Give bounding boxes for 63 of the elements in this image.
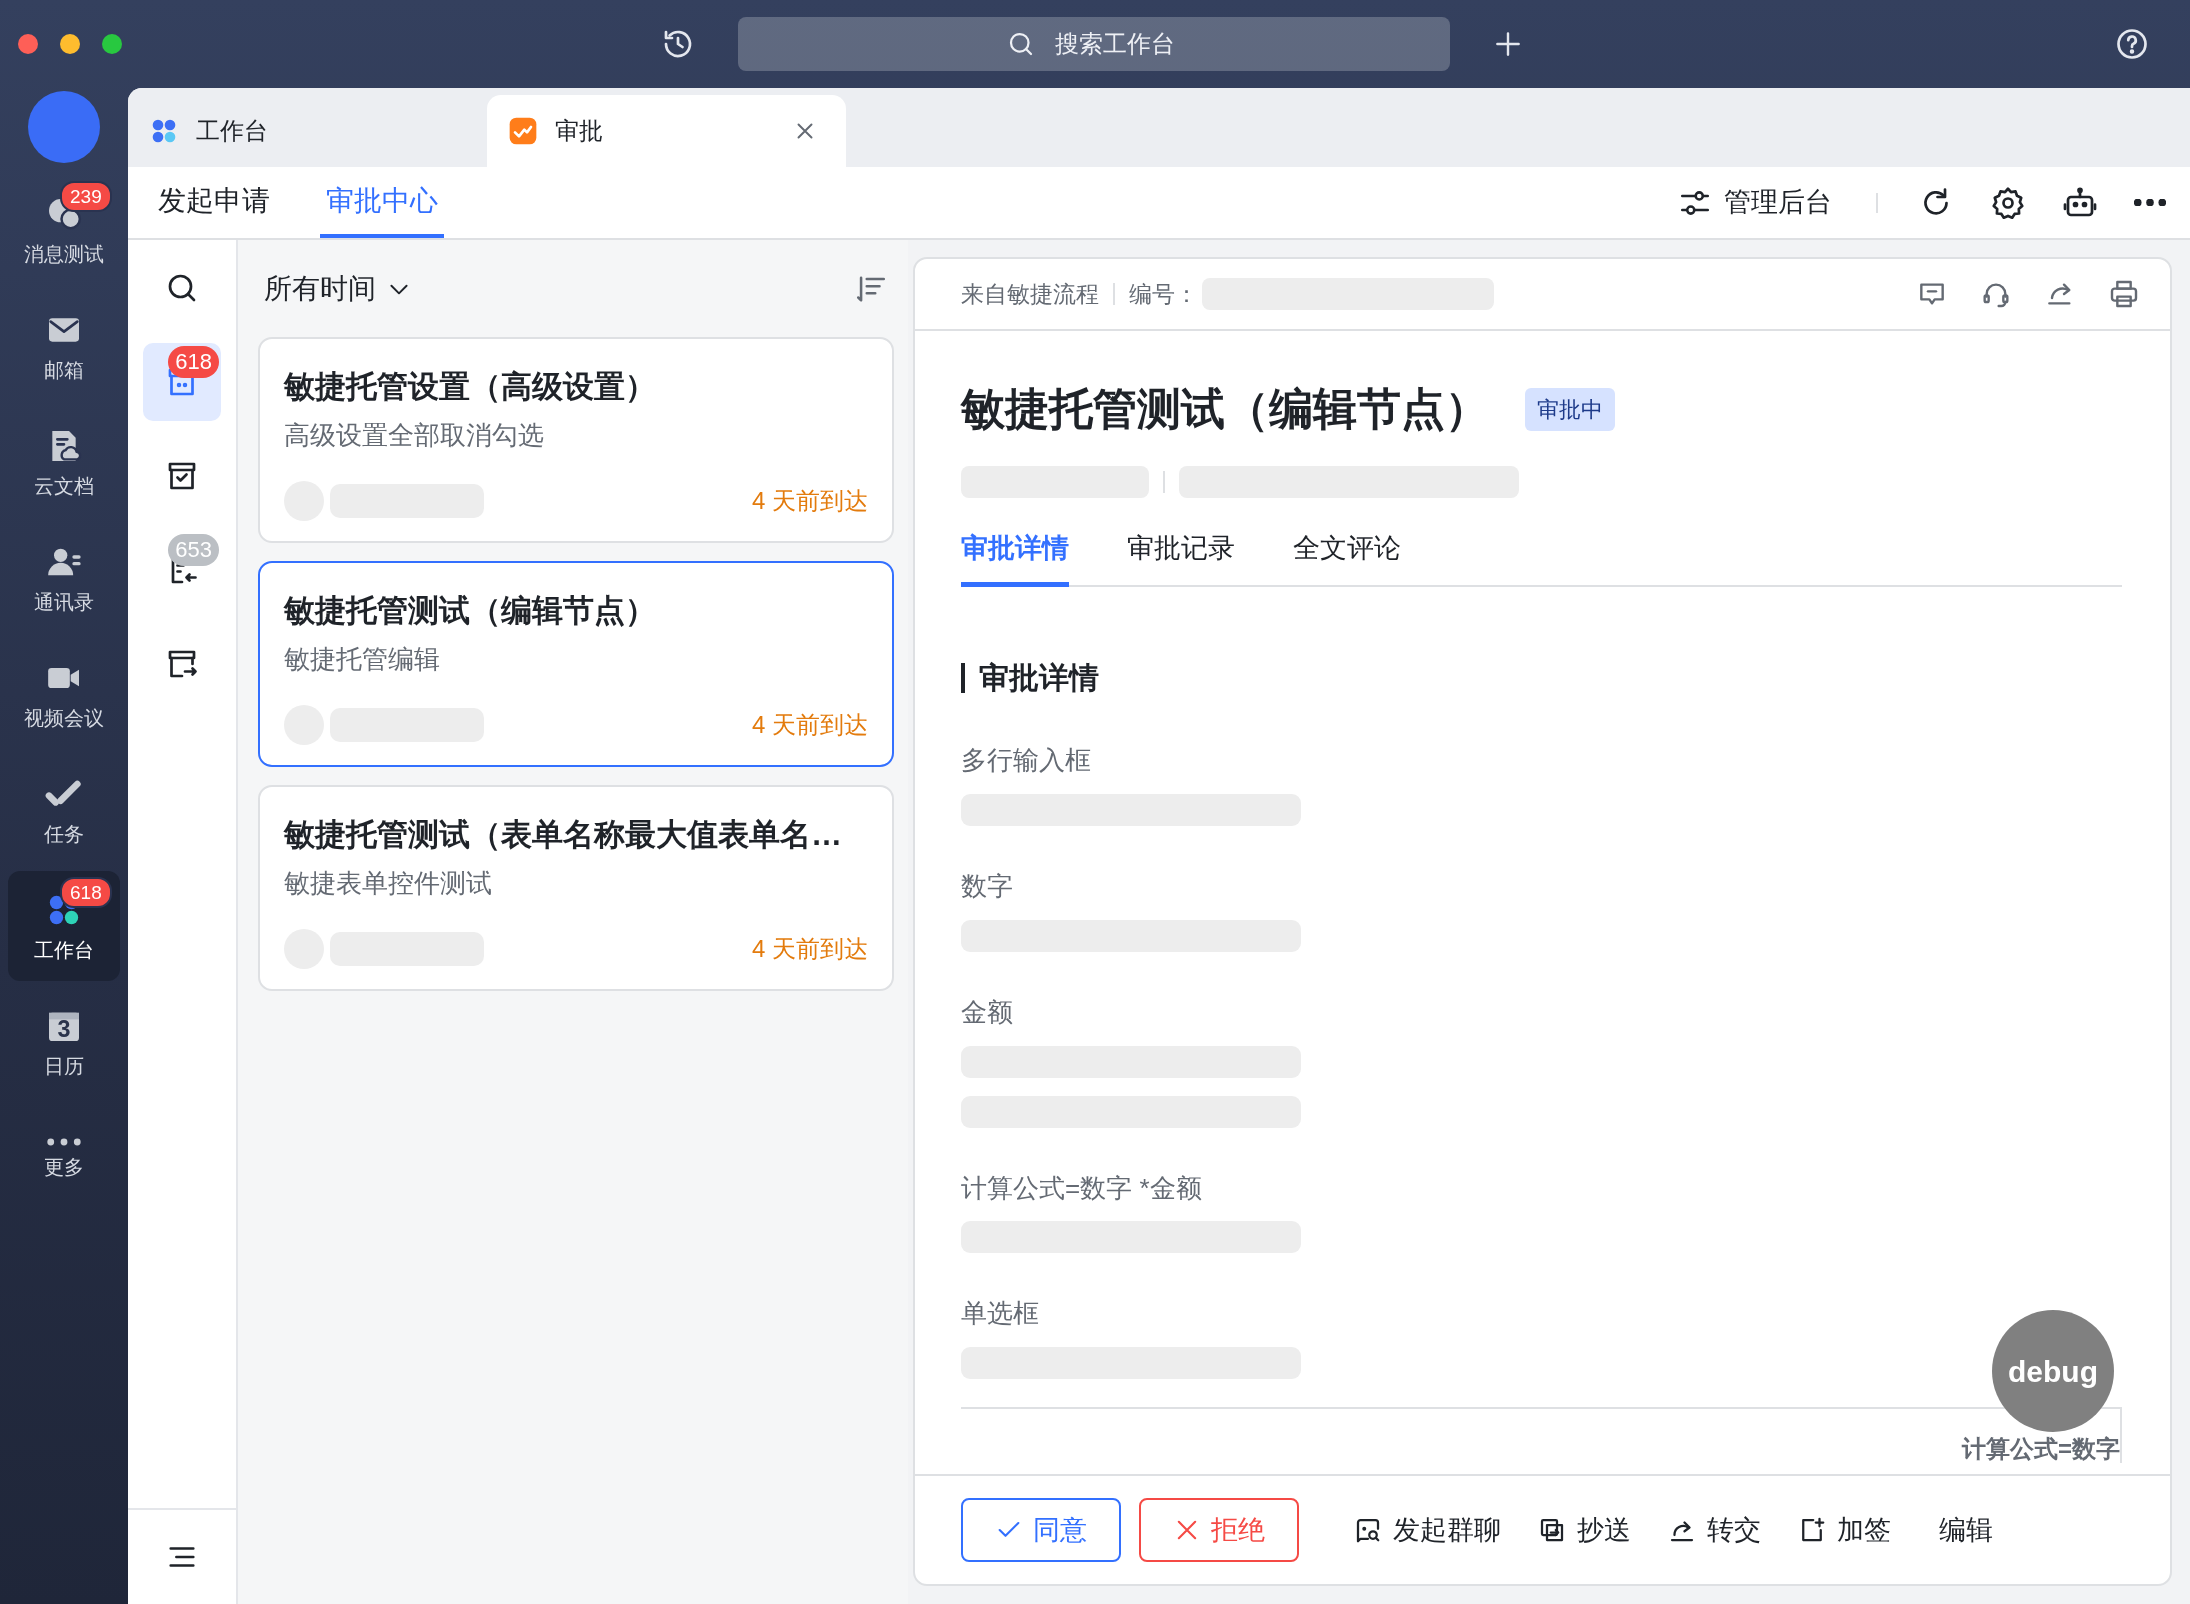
close-light[interactable] <box>18 34 38 54</box>
field-label: 金额 <box>961 995 1014 1029</box>
admin-button[interactable]: 管理后台 <box>1672 167 1838 238</box>
count-badge: 618 <box>60 877 112 908</box>
arrival-time: 4 天前到达 <box>752 710 868 740</box>
approval-card[interactable]: 敏捷托管设置（高级设置） 高级设置全部取消勾选 4 天前到达 <box>258 337 894 543</box>
print-icon[interactable] <box>2108 278 2140 310</box>
sidebar-item[interactable]: 任务 <box>8 755 120 865</box>
detail-tab[interactable]: 全文评论 <box>1293 527 1401 588</box>
status-tag: 审批中 <box>1525 387 1615 431</box>
edit-button[interactable]: 编辑 <box>1939 1509 1993 1551</box>
section-title: 审批详情 <box>979 660 1099 697</box>
app-tab[interactable]: 审批 <box>487 95 846 167</box>
action-button[interactable]: 加签 <box>1797 1509 1891 1551</box>
number-label: 编号： <box>1129 279 1198 309</box>
card-subtitle: 敏捷托管编辑 <box>284 643 441 677</box>
count-badge: 239 <box>60 181 112 212</box>
nav-tab[interactable]: 发起申请 <box>152 167 276 238</box>
sidebar-item[interactable]: 消息测试 239 <box>8 175 120 285</box>
card-title: 敏捷托管测试（表单名称最大值表单名… <box>284 816 843 854</box>
approval-title: 敏捷托管测试（编辑节点） <box>961 383 1489 435</box>
count-badge: 653 <box>168 534 219 566</box>
count-badge: 618 <box>168 346 219 378</box>
field-label: 数字 <box>961 870 1014 904</box>
table-caption: 计算公式=数字 <box>1962 1437 2120 1464</box>
card-subtitle: 高级设置全部取消勾选 <box>284 419 545 453</box>
detail-tab[interactable]: 审批记录 <box>1127 527 1235 588</box>
field-label: 单选框 <box>961 1297 1040 1331</box>
arrival-time: 4 天前到达 <box>752 934 868 964</box>
approval-card[interactable]: 敏捷托管测试（表单名称最大值表单名… 敏捷表单控件测试 4 天前到达 <box>258 785 894 991</box>
sidebar-item[interactable]: 云文档 <box>8 407 120 517</box>
action-button[interactable]: 发起群聊 <box>1353 1509 1501 1551</box>
rail-button[interactable]: 618 <box>143 343 221 421</box>
arrival-time: 4 天前到达 <box>752 486 868 516</box>
time-filter-dropdown[interactable]: 所有时间 <box>264 267 412 310</box>
debug-button[interactable]: debug <box>1992 1310 2114 1432</box>
detail-tab[interactable]: 审批详情 <box>961 527 1069 588</box>
action-button[interactable]: 转交 <box>1667 1509 1761 1551</box>
approval-app-icon <box>507 115 539 147</box>
source-label: 来自敏捷流程 <box>961 279 1099 309</box>
sidebar-item[interactable]: 邮箱 <box>8 291 120 401</box>
settings-icon[interactable] <box>1990 184 2026 221</box>
help-icon[interactable] <box>2114 26 2150 62</box>
more-icon[interactable] <box>2134 199 2166 206</box>
sidebar-item[interactable]: 更多 <box>8 1103 120 1213</box>
approval-card[interactable]: 敏捷托管测试（编辑节点） 敏捷托管编辑 4 天前到达 <box>258 561 894 767</box>
zoom-light[interactable] <box>102 34 122 54</box>
card-subtitle: 敏捷表单控件测试 <box>284 867 493 901</box>
card-title: 敏捷托管测试（编辑节点） <box>284 592 657 630</box>
approve-button[interactable]: 同意 <box>961 1498 1121 1562</box>
sidebar-item[interactable]: 通讯录 <box>8 523 120 633</box>
field-label: 多行输入框 <box>961 744 1092 778</box>
sidebar-item[interactable]: 3 日历 <box>8 987 120 1097</box>
field-label: 计算公式=数字 *金额 <box>961 1171 1203 1205</box>
sidebar-item[interactable]: 工作台 618 <box>8 871 120 981</box>
action-button[interactable]: 抄送 <box>1537 1509 1631 1551</box>
app-tab[interactable]: 工作台 <box>128 95 487 167</box>
more-icon <box>46 1137 82 1147</box>
section-marker <box>961 662 965 693</box>
sidebar-item[interactable]: 视频会议 <box>8 639 120 749</box>
card-title: 敏捷托管设置（高级设置） <box>284 368 657 406</box>
minimize-light[interactable] <box>60 34 80 54</box>
reject-button[interactable]: 拒绝 <box>1139 1498 1299 1562</box>
